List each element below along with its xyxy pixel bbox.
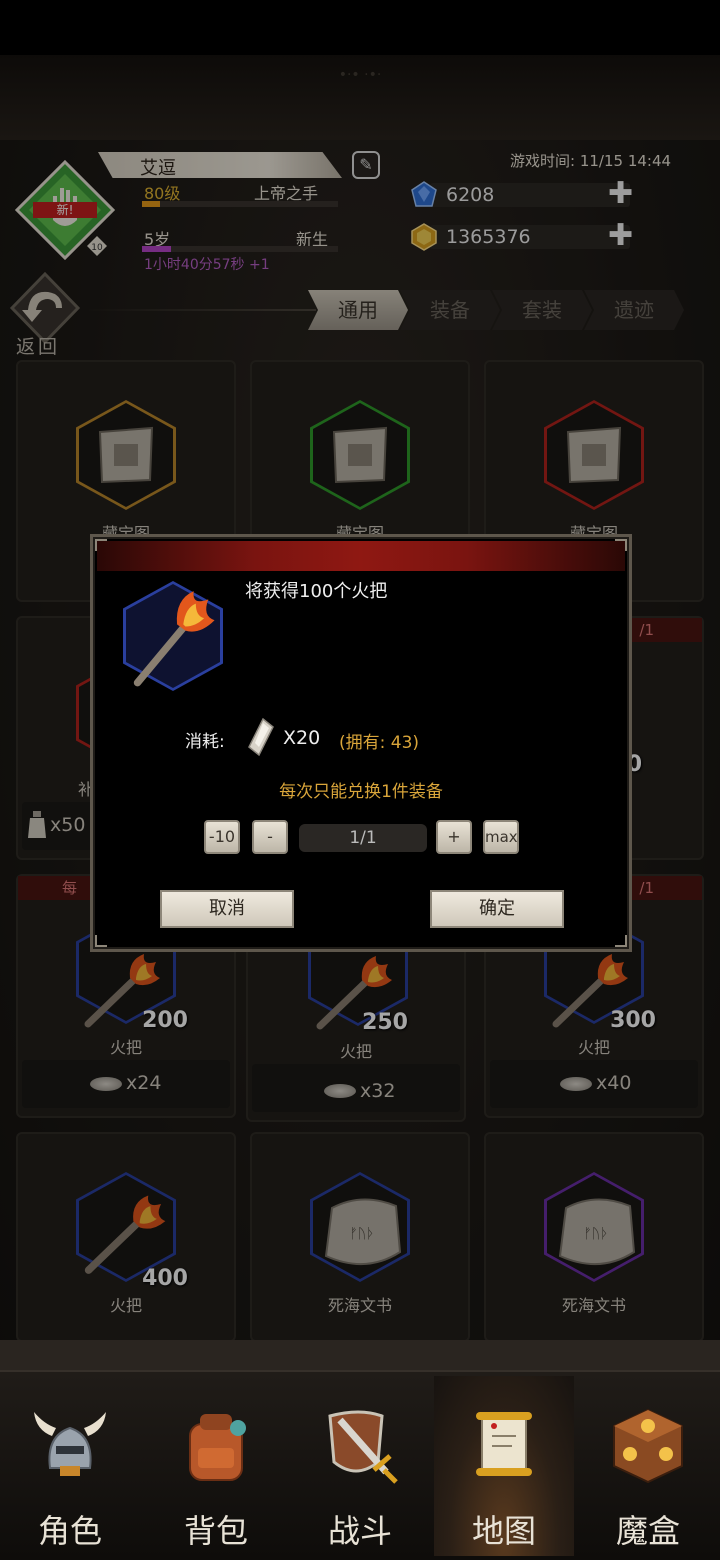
top-ghost-text: •·• ·•· [338,67,382,83]
minus-button[interactable]: - [252,820,288,854]
nav-separator [0,1340,720,1370]
cancel-button[interactable]: 取消 [160,890,294,928]
status-bar [0,0,720,55]
exchange-dialog: 将获得100个火把 消耗: X20 (拥有: 43) 每次只能兑换1件装备 -1… [90,534,632,952]
quantity-field[interactable]: 1/1 [299,824,427,852]
crystal-shard-icon [248,717,274,757]
sword-shield-icon [328,1410,398,1484]
nav-label: 魔盒 [615,1512,680,1550]
magic-cube-icon [613,1408,683,1484]
nav-label: 战斗 [327,1512,392,1550]
nav-character[interactable]: 角色 [0,1376,140,1556]
confirm-button[interactable]: 确定 [430,890,564,928]
nav-backpack[interactable]: 背包 [146,1376,286,1556]
nav-map[interactable]: 地图 [434,1376,574,1556]
torch-icon [133,591,215,687]
exchange-note: 每次只能兑换1件装备 [279,782,443,802]
owned-count: (拥有: 43) [339,733,420,753]
consume-amount: X20 [283,727,321,749]
helmet-icon [34,1412,106,1476]
nav-magic-box[interactable]: 魔盒 [578,1376,718,1556]
consume-label: 消耗: [185,732,225,752]
nav-battle[interactable]: 战斗 [290,1376,430,1556]
max-button[interactable]: max [483,820,519,854]
dialog-title-bar [97,541,625,571]
top-strip: •·• ·•· [0,55,720,140]
nav-label: 地图 [471,1512,536,1550]
minus-ten-button[interactable]: -10 [204,820,240,854]
nav-label: 角色 [37,1512,102,1550]
plus-button[interactable]: + [436,820,472,854]
nav-label: 背包 [183,1512,248,1550]
gain-text: 将获得100个火把 [245,581,388,602]
backpack-icon [189,1414,246,1481]
scroll-map-icon [476,1412,532,1476]
